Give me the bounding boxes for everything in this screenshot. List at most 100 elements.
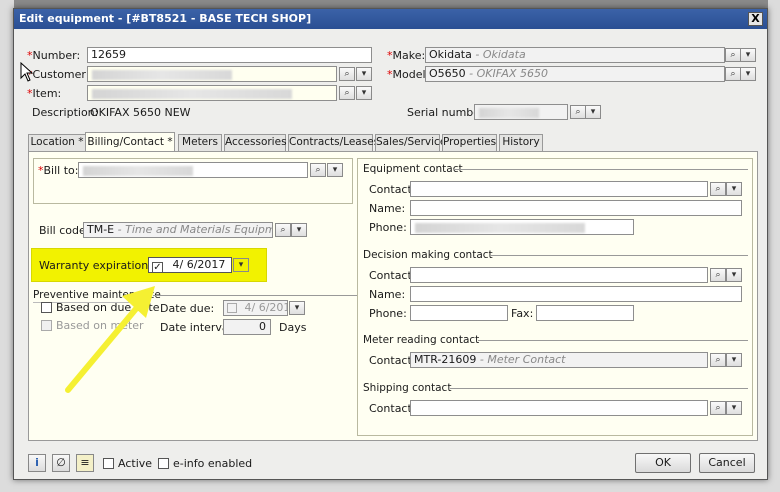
model-dropdown-icon[interactable]: ▾ <box>740 67 756 81</box>
equipment-phone-field[interactable] <box>410 219 634 235</box>
active-label: Active <box>118 457 153 470</box>
tab-contracts-leases[interactable]: Contracts/Leases <box>288 134 379 151</box>
mouse-cursor-icon <box>20 62 34 82</box>
description-value: OKIFAX 5650 NEW <box>90 106 191 119</box>
model-label: *Model: <box>387 68 430 81</box>
equipment-contact-field[interactable] <box>410 181 708 197</box>
background-app-bottom <box>0 480 780 492</box>
shipping-contact-divider <box>450 388 748 389</box>
decision-phone-field[interactable] <box>410 305 508 321</box>
decision-phone-label: Phone: <box>369 307 407 320</box>
meter-contact-search-icon[interactable]: ⌕ <box>710 353 726 367</box>
active-checkbox[interactable] <box>103 458 114 469</box>
serial-dropdown-icon[interactable]: ▾ <box>585 105 601 119</box>
date-due-field[interactable]: 4/ 6/2017 <box>223 300 288 316</box>
equipment-contact-header: Equipment contact <box>363 163 463 175</box>
based-on-due-date-checkbox[interactable] <box>41 302 52 313</box>
meter-contact-field[interactable]: MTR-21609 - Meter Contact <box>410 352 708 368</box>
customer-label: *Customer: <box>27 68 90 81</box>
customer-dropdown-icon[interactable]: ▾ <box>356 67 372 81</box>
pm-divider <box>153 295 358 296</box>
equipment-name-field[interactable] <box>410 200 742 216</box>
warranty-checkbox-icon[interactable]: ✓ <box>152 262 163 272</box>
equipment-name-label: Name: <box>369 202 406 215</box>
warranty-date-field[interactable]: ✓ 4/ 6/2017 <box>148 257 232 273</box>
make-field[interactable]: Okidata - Okidata <box>425 47 725 63</box>
edit-equipment-dialog: Edit equipment - [#BT8521 - BASE TECH SH… <box>13 8 768 480</box>
serial-field[interactable] <box>474 104 568 120</box>
annotation-arrow-icon <box>65 286 155 393</box>
tab-sales-service[interactable]: Sales/Service <box>375 134 446 151</box>
item-dropdown-icon[interactable]: ▾ <box>356 86 372 100</box>
equipment-contact-dropdown-icon[interactable]: ▾ <box>726 182 742 196</box>
make-label: *Make: <box>387 49 426 62</box>
equipment-contact-divider <box>453 169 748 170</box>
tab-billing-contact[interactable]: Billing/Contact * <box>85 132 175 151</box>
background-app-left <box>0 0 14 492</box>
equipment-contact-label: Contact: <box>369 183 416 196</box>
decision-contact-search-icon[interactable]: ⌕ <box>710 268 726 282</box>
number-label: *Number: <box>27 49 81 62</box>
make-search-icon[interactable]: ⌕ <box>725 48 741 62</box>
meter-contact-header: Meter reading contact <box>363 334 480 346</box>
item-search-icon[interactable]: ⌕ <box>339 86 355 100</box>
dialog-title: Edit equipment - [#BT8521 - BASE TECH SH… <box>14 9 767 29</box>
decision-fax-field[interactable] <box>536 305 634 321</box>
decision-contact-dropdown-icon[interactable]: ▾ <box>726 268 742 282</box>
tab-meters[interactable]: Meters <box>178 134 222 151</box>
shipping-contact-dropdown-icon[interactable]: ▾ <box>726 401 742 415</box>
shipping-contact-header: Shipping contact <box>363 382 452 394</box>
meter-contact-label: Contact: <box>369 354 416 367</box>
close-button[interactable]: X <box>748 12 763 26</box>
decision-contact-field[interactable] <box>410 267 708 283</box>
bill-to-field[interactable] <box>78 162 308 178</box>
item-field[interactable] <box>87 85 337 101</box>
bill-to-search-icon[interactable]: ⌕ <box>310 163 326 177</box>
description-label: Description: <box>32 106 99 119</box>
einfo-label: e-info enabled <box>173 457 253 470</box>
decision-contact-header: Decision making contact <box>363 249 493 261</box>
date-due-dropdown-icon[interactable]: ▾ <box>289 301 305 315</box>
decision-fax-label: Fax: <box>511 307 534 320</box>
shipping-contact-label: Contact: <box>369 402 416 415</box>
tab-properties[interactable]: Properties <box>442 134 497 151</box>
model-field[interactable]: O5650 - OKIFAX 5650 <box>425 66 725 82</box>
shipping-contact-field[interactable] <box>410 400 708 416</box>
customer-field[interactable] <box>87 66 337 82</box>
customer-search-icon[interactable]: ⌕ <box>339 67 355 81</box>
model-search-icon[interactable]: ⌕ <box>725 67 741 81</box>
based-on-meter-checkbox[interactable] <box>41 320 52 331</box>
decision-contact-label: Contact: <box>369 269 416 282</box>
shipping-contact-search-icon[interactable]: ⌕ <box>710 401 726 415</box>
item-label: *Item: <box>27 87 62 100</box>
bill-code-search-icon[interactable]: ⌕ <box>275 223 291 237</box>
attachment-icon[interactable]: ∅ <box>52 454 70 472</box>
tab-accessories[interactable]: Accessories <box>224 134 287 151</box>
bill-code-dropdown-icon[interactable]: ▾ <box>291 223 307 237</box>
date-interval-field[interactable]: 0 <box>223 319 271 335</box>
decision-name-label: Name: <box>369 288 406 301</box>
decision-name-field[interactable] <box>410 286 742 302</box>
bill-to-dropdown-icon[interactable]: ▾ <box>327 163 343 177</box>
notes-icon[interactable]: ≡ <box>76 454 94 472</box>
warranty-label: Warranty expiration: <box>39 259 152 272</box>
make-dropdown-icon[interactable]: ▾ <box>740 48 756 62</box>
tab-history[interactable]: History <box>499 134 543 151</box>
info-icon[interactable]: i <box>28 454 46 472</box>
ok-button[interactable]: OK <box>635 453 691 473</box>
bill-code-field[interactable]: TM-E - Time and Materials Equipment <box>83 222 273 238</box>
bill-code-label: Bill code: <box>39 224 90 237</box>
meter-contact-divider <box>478 340 748 341</box>
einfo-checkbox[interactable] <box>158 458 169 469</box>
bill-to-label: *Bill to: <box>38 164 79 177</box>
decision-contact-divider <box>491 255 748 256</box>
equipment-contact-search-icon[interactable]: ⌕ <box>710 182 726 196</box>
cancel-button[interactable]: Cancel <box>699 453 755 473</box>
tab-location[interactable]: Location * <box>28 134 86 151</box>
meter-contact-dropdown-icon[interactable]: ▾ <box>726 353 742 367</box>
bill-to-box: *Bill to: ⌕ ▾ <box>33 158 353 204</box>
equipment-phone-label: Phone: <box>369 221 407 234</box>
number-field[interactable]: 12659 <box>87 47 372 63</box>
serial-search-icon[interactable]: ⌕ <box>570 105 586 119</box>
warranty-dropdown-icon[interactable]: ▾ <box>233 258 249 272</box>
